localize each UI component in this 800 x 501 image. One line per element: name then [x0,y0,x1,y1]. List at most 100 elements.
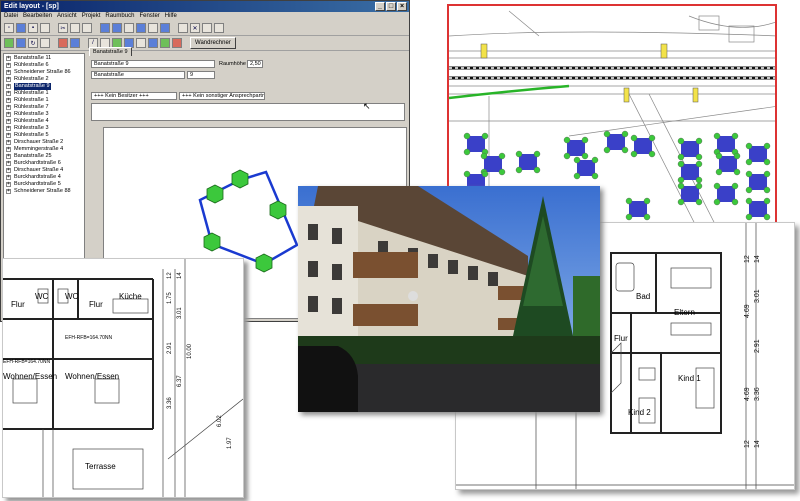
layers-icon[interactable] [70,38,80,48]
expand-icon[interactable]: + [6,91,11,96]
vertex-handle[interactable] [255,253,273,273]
tree-item[interactable]: + Rühlestraße 3 [4,111,84,118]
name-field[interactable]: Banatstraße 9 [91,60,215,68]
expand-icon[interactable]: + [6,119,11,124]
tree-marker [763,142,771,150]
menu-ansicht[interactable]: Ansicht [57,12,77,21]
tree-item[interactable]: + Burckhardtstraße 6 [4,160,84,167]
expand-icon[interactable]: + [6,112,11,117]
number-field[interactable]: 9 [187,71,215,79]
tree-item[interactable]: + Rühlestraße 4 [4,118,84,125]
delete-icon[interactable]: ✕ [190,23,200,33]
tree-item[interactable]: + Burckhardtstraße 4 [4,174,84,181]
list-icon[interactable] [124,23,134,33]
tile-icon[interactable] [214,23,224,33]
tree-item[interactable]: + Schneidener Straße 86 [4,69,84,76]
menu-hilfe[interactable]: Hilfe [165,12,177,21]
expand-icon[interactable]: + [6,63,11,68]
expand-icon[interactable]: + [6,168,11,173]
polygon-shape[interactable] [190,160,305,280]
print-icon[interactable] [40,23,50,33]
tree-marker [677,160,685,168]
toolbar-1: ▫ ▪ ✂ ✕ [1,21,409,36]
green-tool-icon[interactable] [4,38,14,48]
vertex-handle[interactable] [269,200,287,220]
table-icon[interactable] [112,23,122,33]
open-folder-icon[interactable] [16,23,26,33]
tree-item[interactable]: + Memmingerstraße 4 [4,146,84,153]
rotate-icon[interactable]: ↻ [28,38,38,48]
tree-item[interactable]: + Rühlestraße 5 [4,132,84,139]
layout-icon[interactable] [148,23,158,33]
tree-marker [573,156,581,164]
expand-icon[interactable]: + [6,84,11,89]
tree-marker [695,160,703,168]
tree-item[interactable]: + Burckhardtstraße 5 [4,181,84,188]
copy-icon[interactable] [70,23,80,33]
tree-marker [563,152,571,160]
export-icon[interactable] [160,23,170,33]
menu-fenster[interactable]: Fenster [139,12,159,21]
tree-item[interactable]: + Dirschauer Straße 4 [4,167,84,174]
maximize-button[interactable]: □ [386,2,396,11]
grid-icon[interactable] [100,23,110,33]
tree-marker [763,158,771,166]
tree-item[interactable]: + Banatstraße 11 [4,55,84,62]
new-file-icon[interactable]: ▫ [4,23,14,33]
cut-icon[interactable]: ✂ [58,23,68,33]
owner-select[interactable]: +++ Kein Besitzer +++ [91,92,177,100]
tree-item[interactable]: + Schneidener Straße 88 [4,188,84,195]
menu-projekt[interactable]: Projekt [82,12,101,21]
expand-icon[interactable]: + [6,161,11,166]
blue-tool-icon[interactable] [16,38,26,48]
paste-icon[interactable] [82,23,92,33]
minimize-button[interactable]: _ [375,2,385,11]
tree-item[interactable]: + Rühlestraße 1 [4,90,84,97]
select-icon[interactable] [40,38,50,48]
tree-item[interactable]: + Banatstraße 25 [4,153,84,160]
tree-item[interactable]: + Rühlestraße 3 [4,125,84,132]
expand-icon[interactable]: + [6,126,11,131]
save-icon[interactable]: ▪ [28,23,38,33]
house-marker [519,154,537,170]
menu-datei[interactable]: Datei [4,12,18,21]
expand-icon[interactable]: + [6,77,11,82]
tree-item[interactable]: + Rühlestraße 1 [4,97,84,104]
tab-banatstrasse[interactable]: Banatstraße 9 [89,47,132,56]
floor-plan-ground: Flur WC WC Flur Küche Wohnen/Essen Wohne… [2,258,244,498]
expand-icon[interactable]: + [6,154,11,159]
window-icon[interactable] [202,23,212,33]
expand-icon[interactable]: + [6,147,11,152]
tree-item[interactable]: + Banatstraße 9 [4,83,84,90]
tree-item[interactable]: + Rühlestraße 6 [4,62,84,69]
expand-icon[interactable]: + [6,70,11,75]
expand-icon[interactable]: + [6,140,11,145]
dimension-label: 3.36 [754,387,761,401]
tree-marker [621,146,629,154]
title-bar[interactable]: Edit layout - [sp] _ □ × [1,1,409,12]
expand-icon[interactable]: + [6,175,11,180]
expand-icon[interactable]: + [6,182,11,187]
street-field[interactable]: Banatstraße [91,71,185,79]
close-button[interactable]: × [397,2,407,11]
zoom-icon[interactable] [178,23,188,33]
tree-item[interactable]: + Rühlestraße 7 [4,104,84,111]
tree-item[interactable]: + Dirschauer Straße 2 [4,139,84,146]
vertex-handle[interactable] [206,184,224,204]
menu-bearbeiten[interactable]: Bearbeiten [23,12,52,21]
expand-icon[interactable]: + [6,105,11,110]
expand-icon[interactable]: + [6,98,11,103]
vertex-handle[interactable] [231,169,249,189]
contact-select[interactable]: +++ Kein sonstiger Ansprechpartner ++ [179,92,265,100]
expand-icon[interactable]: + [6,56,11,61]
folder-icon[interactable] [58,38,68,48]
memo-field[interactable] [91,103,405,121]
vertex-handle[interactable] [203,232,221,252]
menu-raumbuch[interactable]: Raumbuch [105,12,134,21]
expand-icon[interactable]: + [6,189,11,194]
chart-icon[interactable] [136,23,146,33]
expand-icon[interactable]: + [6,133,11,138]
tree-item[interactable]: + Rühlestraße 2 [4,76,84,83]
polygon-drawing [198,169,299,273]
room-height-field[interactable]: 2,50 [247,60,263,68]
